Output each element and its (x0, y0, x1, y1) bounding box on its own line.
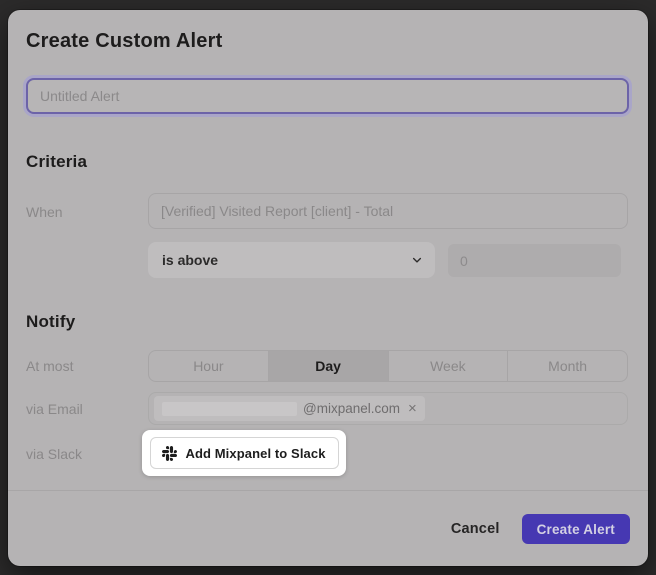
footer-divider (8, 490, 648, 491)
slack-icon (162, 446, 177, 461)
slack-button-label: Add Mixpanel to Slack (185, 446, 325, 461)
alert-name-input[interactable] (26, 78, 629, 114)
at-most-label: At most (26, 358, 73, 374)
criteria-heading: Criteria (26, 152, 87, 172)
redacted-email-username (162, 402, 297, 416)
remove-email-icon[interactable]: × (406, 401, 417, 416)
when-metric-input[interactable] (148, 193, 628, 229)
via-email-label: via Email (26, 401, 83, 417)
cancel-button[interactable]: Cancel (451, 521, 500, 537)
condition-select-value: is above (162, 252, 218, 268)
threshold-input[interactable] (448, 244, 621, 277)
create-alert-button[interactable]: Create Alert (522, 514, 630, 544)
frequency-option-week[interactable]: Week (389, 351, 509, 381)
frequency-option-day[interactable]: Day (269, 351, 389, 381)
frequency-option-month[interactable]: Month (508, 351, 627, 381)
slack-spotlight-highlight: Add Mixpanel to Slack (142, 430, 346, 476)
frequency-option-hour[interactable]: Hour (149, 351, 269, 381)
chevron-down-icon (411, 254, 423, 266)
email-chip: @mixpanel.com × (154, 396, 425, 421)
dialog-footer: Cancel Create Alert (8, 514, 630, 544)
create-custom-alert-dialog: Create Custom Alert Criteria When is abo… (8, 10, 648, 566)
add-mixpanel-to-slack-button[interactable]: Add Mixpanel to Slack (150, 437, 339, 469)
dialog-title: Create Custom Alert (26, 30, 222, 53)
email-chip-domain: @mixpanel.com (303, 401, 400, 416)
condition-select[interactable]: is above (148, 242, 435, 278)
frequency-segmented-control: Hour Day Week Month (148, 350, 628, 382)
when-label: When (26, 204, 63, 220)
notify-heading: Notify (26, 312, 75, 332)
email-recipients-field[interactable]: @mixpanel.com × (148, 392, 628, 425)
via-slack-label: via Slack (26, 446, 82, 462)
